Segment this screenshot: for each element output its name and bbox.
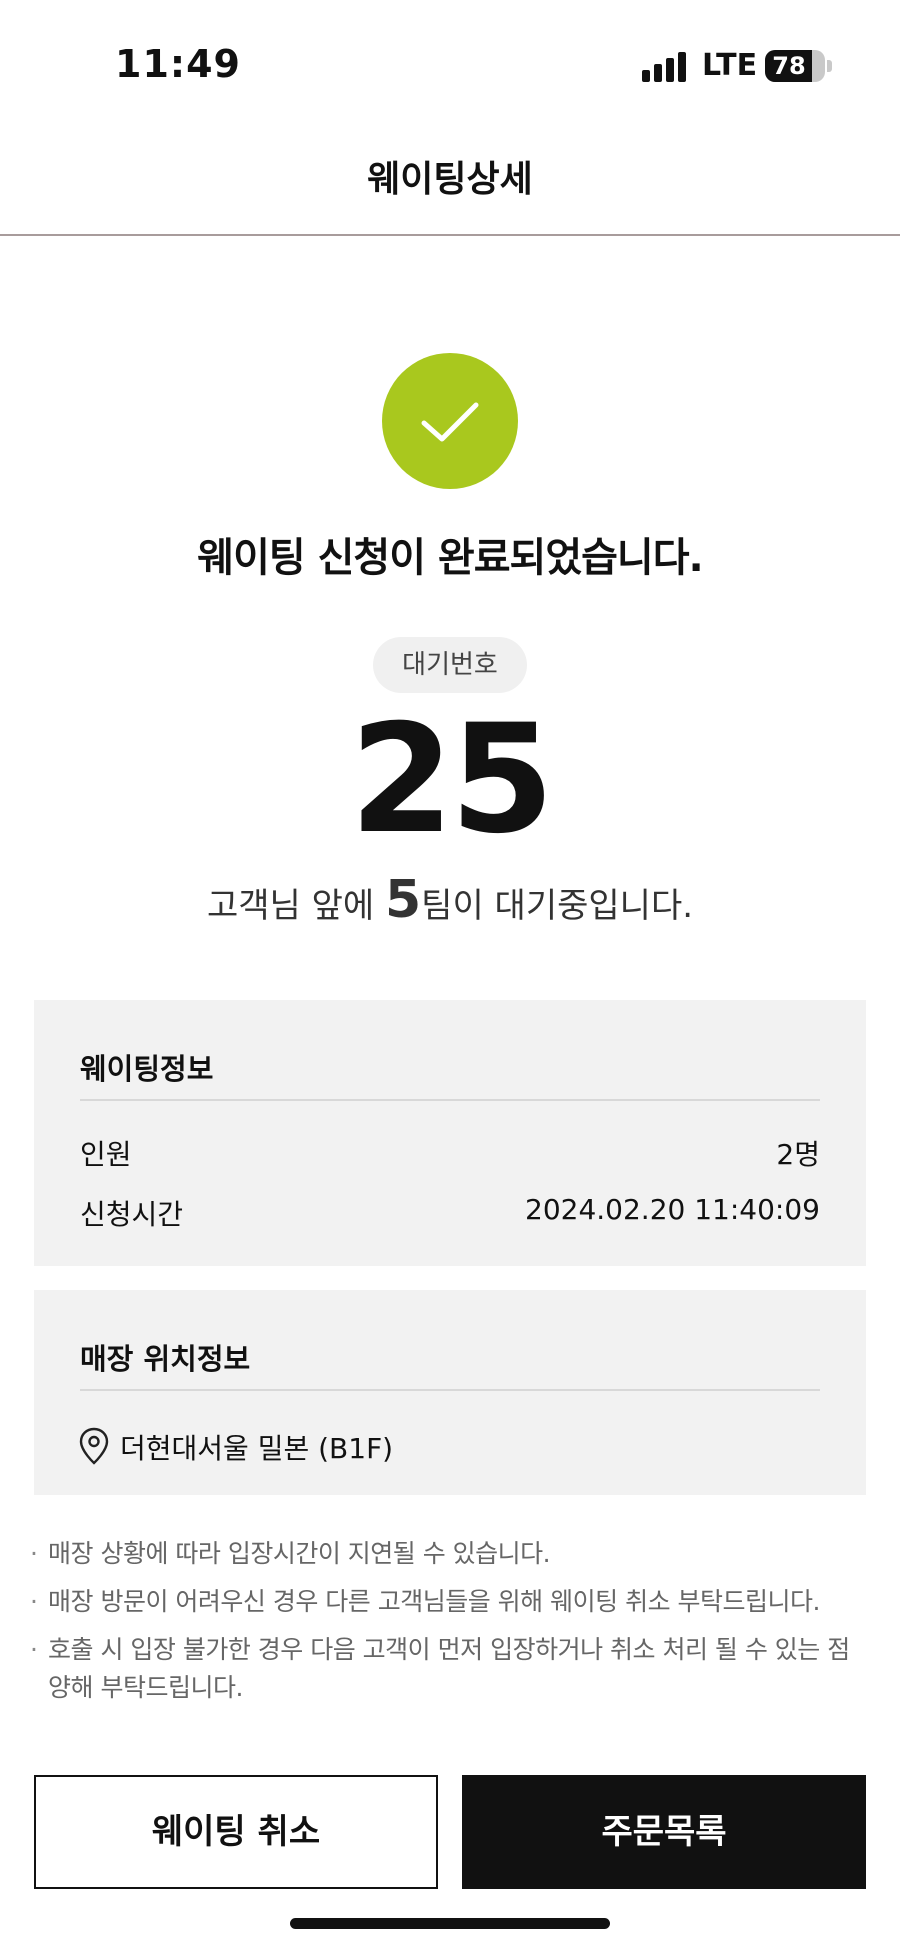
store-location-panel: 매장 위치정보 더현대서울 밀본 (B1F) [34, 1290, 866, 1495]
status-time: 11:49 [115, 42, 241, 86]
wait-number: 25 [349, 693, 555, 867]
signal-strength-icon [642, 52, 686, 82]
waiting-info-title: 웨이팅정보 [80, 1052, 214, 1086]
location-pin-icon [79, 1427, 109, 1465]
bullet: · [30, 1587, 38, 1616]
battery-percent: 78 [772, 52, 806, 80]
network-type: LTE [702, 48, 758, 83]
notice-item: · 매장 상황에 따라 입장시간이 지연될 수 있습니다. [30, 1535, 870, 1573]
notice-item: · 호출 시 입장 불가한 경우 다음 고객이 먼저 입장하거나 취소 처리 될 … [30, 1631, 870, 1707]
check-icon [382, 353, 518, 489]
divider [80, 1389, 820, 1391]
notice-list: · 매장 상황에 따라 입장시간이 지연될 수 있습니다. · 매장 방문이 어려우… [30, 1535, 870, 1717]
queue-status: 고객님 앞에 5팀이 대기중입니다. [0, 870, 900, 930]
store-location-text: 더현대서울 밀본 (B1F) [120, 1432, 394, 1465]
store-location-title: 매장 위치정보 [80, 1342, 251, 1376]
cancel-waiting-button[interactable]: 웨이팅 취소 [34, 1775, 438, 1889]
home-indicator[interactable] [290, 1918, 610, 1929]
bullet: · [30, 1539, 38, 1568]
people-label: 인원 [80, 1138, 132, 1171]
battery-icon: 78 [765, 50, 825, 82]
queue-count: 5 [384, 870, 422, 930]
request-time-label: 신청시간 [80, 1198, 184, 1231]
waiting-info-panel: 웨이팅정보 인원 2명 신청시간 2024.02.20 11:40:09 [34, 1000, 866, 1266]
request-time-value: 2024.02.20 11:40:09 [525, 1193, 820, 1226]
bullet: · [30, 1635, 38, 1664]
completion-message: 웨이팅 신청이 완료되었습니다. [197, 535, 703, 581]
order-list-button[interactable]: 주문목록 [462, 1775, 866, 1889]
page-header: 웨이팅상세 [0, 120, 900, 236]
people-value: 2명 [776, 1138, 820, 1171]
queue-suffix: 팀이 대기중입니다. [421, 886, 694, 926]
wait-number-badge: 대기번호 [373, 637, 527, 693]
notice-item: · 매장 방문이 어려우신 경우 다른 고객님들을 위해 웨이팅 취소 부탁드립니… [30, 1583, 870, 1621]
battery-nub [827, 60, 832, 72]
divider [80, 1099, 820, 1101]
status-bar: 11:49 LTE 78 [0, 0, 900, 120]
page-title: 웨이팅상세 [367, 159, 533, 200]
queue-prefix: 고객님 앞에 [206, 886, 385, 926]
